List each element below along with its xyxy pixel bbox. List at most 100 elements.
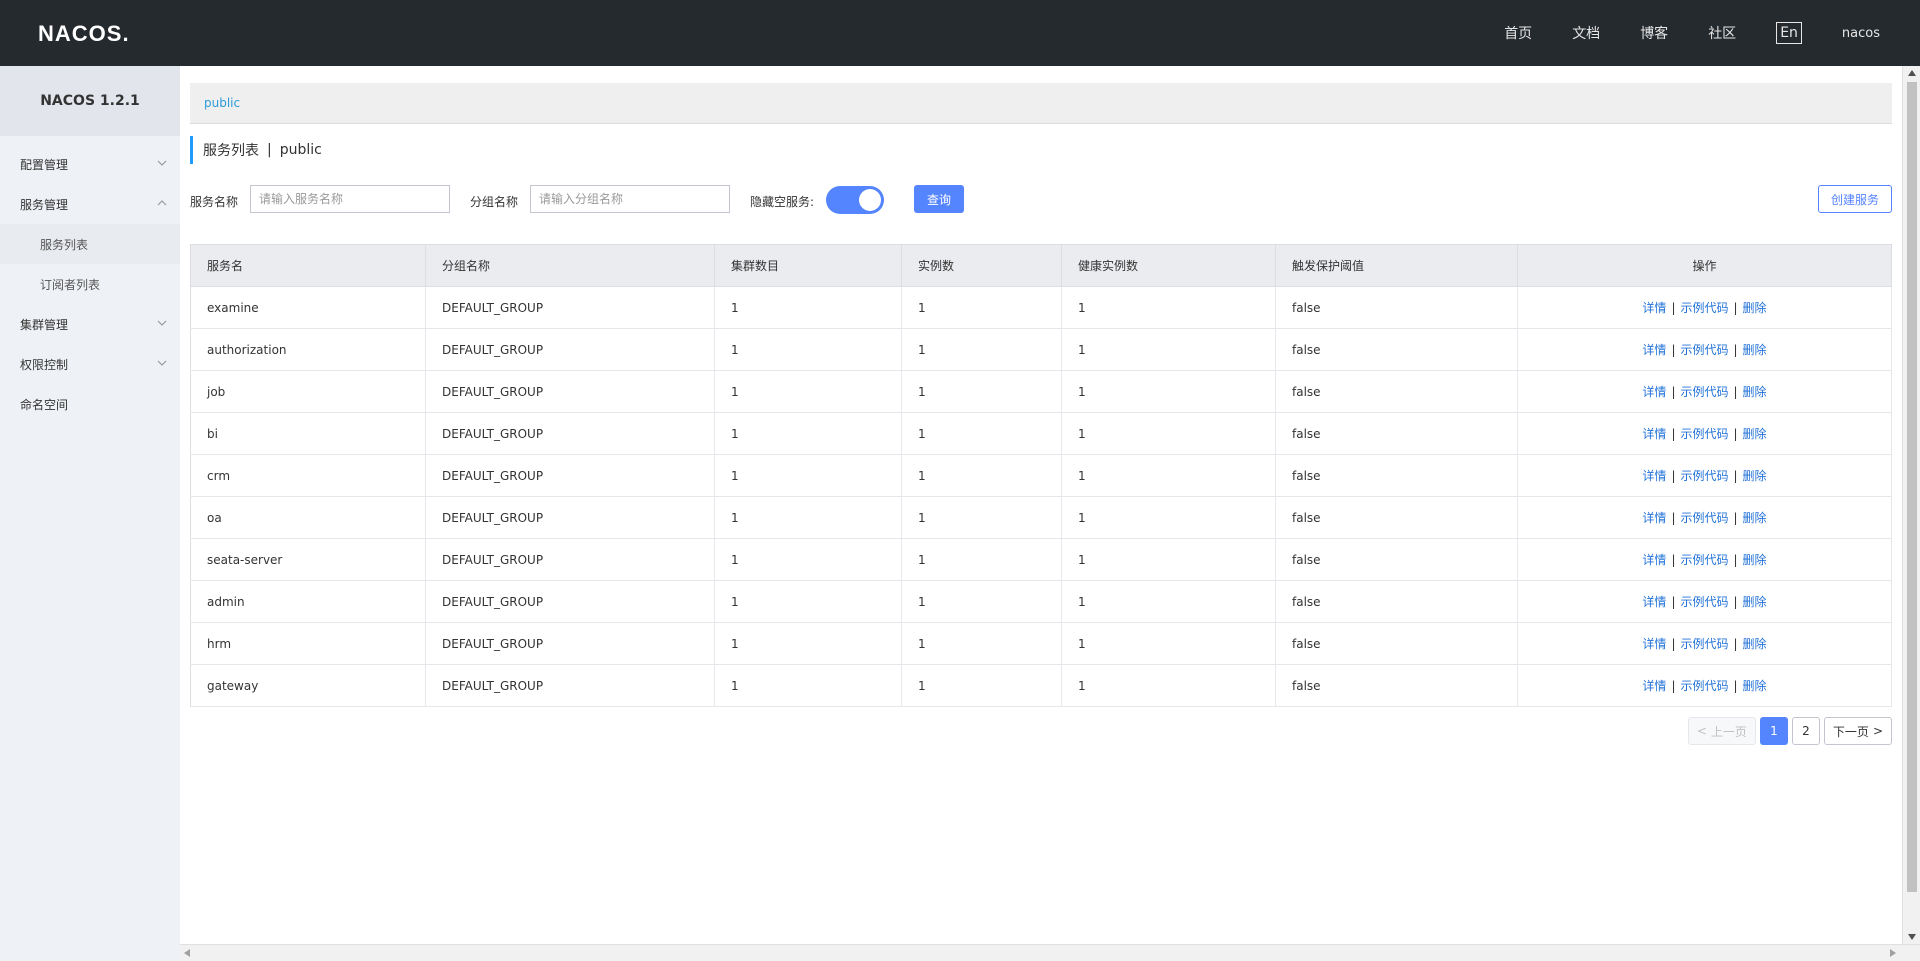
prev-page-label: 上一页 [1710, 724, 1747, 739]
delete-link[interactable]: 删除 [1743, 427, 1767, 441]
detail-link[interactable]: 详情 [1642, 343, 1666, 357]
instance-count-cell: 1 [901, 496, 1062, 539]
service-name-cell: admin [190, 580, 426, 623]
protect-threshold-cell: false [1275, 622, 1518, 665]
vertical-scroll-thumb[interactable] [1907, 82, 1917, 892]
service-name-cell: hrm [190, 622, 426, 665]
nav-community[interactable]: 社区 [1708, 23, 1736, 43]
delete-link[interactable]: 删除 [1743, 385, 1767, 399]
instance-count-cell: 1 [901, 328, 1062, 371]
sidebar-item-service[interactable]: 服务管理 [0, 184, 180, 224]
cluster-count-cell: 1 [714, 664, 902, 707]
chevron-down-icon [157, 160, 167, 166]
group-name-input[interactable] [530, 185, 730, 213]
sample-code-link[interactable]: 示例代码 [1680, 511, 1728, 525]
cluster-count-cell: 1 [714, 286, 902, 329]
actions-cell: 详情 | 示例代码 | 删除 [1517, 580, 1892, 623]
col-protect-threshold: 触发保护阈值 [1275, 244, 1518, 287]
namespace-link-public[interactable]: public [204, 96, 240, 110]
sidebar-item-namespace[interactable]: 命名空间 [0, 384, 180, 424]
sample-code-link[interactable]: 示例代码 [1680, 427, 1728, 441]
detail-link[interactable]: 详情 [1642, 511, 1666, 525]
protect-threshold-cell: false [1275, 412, 1518, 455]
actions-cell: 详情 | 示例代码 | 删除 [1517, 328, 1892, 371]
detail-link[interactable]: 详情 [1642, 553, 1666, 567]
delete-link[interactable]: 删除 [1743, 301, 1767, 315]
col-actions: 操作 [1517, 244, 1892, 287]
next-page-label: 下一页 [1832, 724, 1869, 739]
delete-link[interactable]: 删除 [1743, 511, 1767, 525]
sample-code-link[interactable]: 示例代码 [1680, 343, 1728, 357]
detail-link[interactable]: 详情 [1642, 469, 1666, 483]
sidebar-subitem-service-list[interactable]: 服务列表 [0, 224, 180, 264]
sample-code-link[interactable]: 示例代码 [1680, 301, 1728, 315]
healthy-count-cell: 1 [1061, 412, 1276, 455]
chevron-right-icon: > [1872, 724, 1883, 738]
action-separator: | [1671, 343, 1676, 357]
detail-link[interactable]: 详情 [1642, 595, 1666, 609]
detail-link[interactable]: 详情 [1642, 301, 1666, 315]
protect-threshold-cell: false [1275, 664, 1518, 707]
scroll-left-icon[interactable] [184, 949, 190, 957]
detail-link[interactable]: 详情 [1642, 385, 1666, 399]
cluster-count-cell: 1 [714, 412, 902, 455]
query-button[interactable]: 查询 [914, 185, 964, 213]
action-separator: | [1671, 637, 1676, 651]
scroll-down-icon[interactable] [1908, 934, 1916, 940]
nav-docs[interactable]: 文档 [1572, 23, 1600, 43]
action-separator: | [1733, 679, 1738, 693]
sidebar-item-cluster[interactable]: 集群管理 [0, 304, 180, 344]
sample-code-link[interactable]: 示例代码 [1680, 553, 1728, 567]
healthy-count-cell: 1 [1061, 538, 1276, 581]
sample-code-link[interactable]: 示例代码 [1680, 469, 1728, 483]
healthy-count-cell: 1 [1061, 580, 1276, 623]
protect-threshold-cell: false [1275, 454, 1518, 497]
service-name-cell: authorization [190, 328, 426, 371]
scroll-up-icon[interactable] [1908, 70, 1916, 76]
language-toggle[interactable]: En [1776, 22, 1802, 44]
sidebar-item-config[interactable]: 配置管理 [0, 144, 180, 184]
prev-page-button[interactable]: < 上一页 [1687, 717, 1756, 745]
user-menu[interactable]: nacos [1842, 26, 1880, 41]
delete-link[interactable]: 删除 [1743, 343, 1767, 357]
create-service-button[interactable]: 创建服务 [1818, 185, 1892, 213]
sample-code-link[interactable]: 示例代码 [1680, 385, 1728, 399]
delete-link[interactable]: 删除 [1743, 553, 1767, 567]
action-separator: | [1671, 301, 1676, 315]
sample-code-link[interactable]: 示例代码 [1680, 595, 1728, 609]
delete-link[interactable]: 删除 [1743, 595, 1767, 609]
horizontal-scrollbar[interactable] [180, 944, 1920, 961]
hide-empty-toggle[interactable] [826, 186, 884, 214]
filter-bar: 服务名称 分组名称 隐藏空服务: 查询 创建服务 [190, 185, 1892, 215]
delete-link[interactable]: 删除 [1743, 679, 1767, 693]
nav-blog[interactable]: 博客 [1640, 23, 1668, 43]
service-table: 服务名 分组名称 集群数目 实例数 健康实例数 触发保护阈值 操作 examin… [190, 244, 1892, 707]
vertical-scrollbar[interactable] [1902, 66, 1920, 944]
next-page-button[interactable]: 下一页 > [1823, 717, 1892, 745]
sidebar-item-label: 权限控制 [20, 357, 69, 372]
page-2-button[interactable]: 2 [1791, 717, 1820, 745]
detail-link[interactable]: 详情 [1642, 427, 1666, 441]
service-name-input[interactable] [250, 185, 450, 213]
protect-threshold-cell: false [1275, 286, 1518, 329]
sidebar-item-label: 服务管理 [20, 197, 69, 212]
detail-link[interactable]: 详情 [1642, 679, 1666, 693]
detail-link[interactable]: 详情 [1642, 637, 1666, 651]
sample-code-link[interactable]: 示例代码 [1680, 637, 1728, 651]
page-1-button[interactable]: 1 [1759, 717, 1788, 745]
page-title-namespace: public [279, 142, 322, 158]
delete-link[interactable]: 删除 [1743, 637, 1767, 651]
toggle-knob [859, 189, 881, 211]
table-row: hrm DEFAULT_GROUP 1 1 1 false 详情 | 示例代码 | 删除 [190, 622, 1892, 665]
sidebar-subitem-subscriber-list[interactable]: 订阅者列表 [0, 264, 180, 304]
delete-link[interactable]: 删除 [1743, 469, 1767, 483]
top-header: NACOS. 首页 文档 博客 社区 En nacos [0, 0, 1920, 66]
group-name-cell: DEFAULT_GROUP [425, 664, 715, 707]
sample-code-link[interactable]: 示例代码 [1680, 679, 1728, 693]
nav-home[interactable]: 首页 [1504, 23, 1532, 43]
scroll-right-icon[interactable] [1890, 949, 1896, 957]
nacos-logo[interactable]: NACOS. [38, 18, 138, 48]
cluster-count-cell: 1 [714, 622, 902, 665]
sidebar-item-auth[interactable]: 权限控制 [0, 344, 180, 384]
action-separator: | [1671, 469, 1676, 483]
